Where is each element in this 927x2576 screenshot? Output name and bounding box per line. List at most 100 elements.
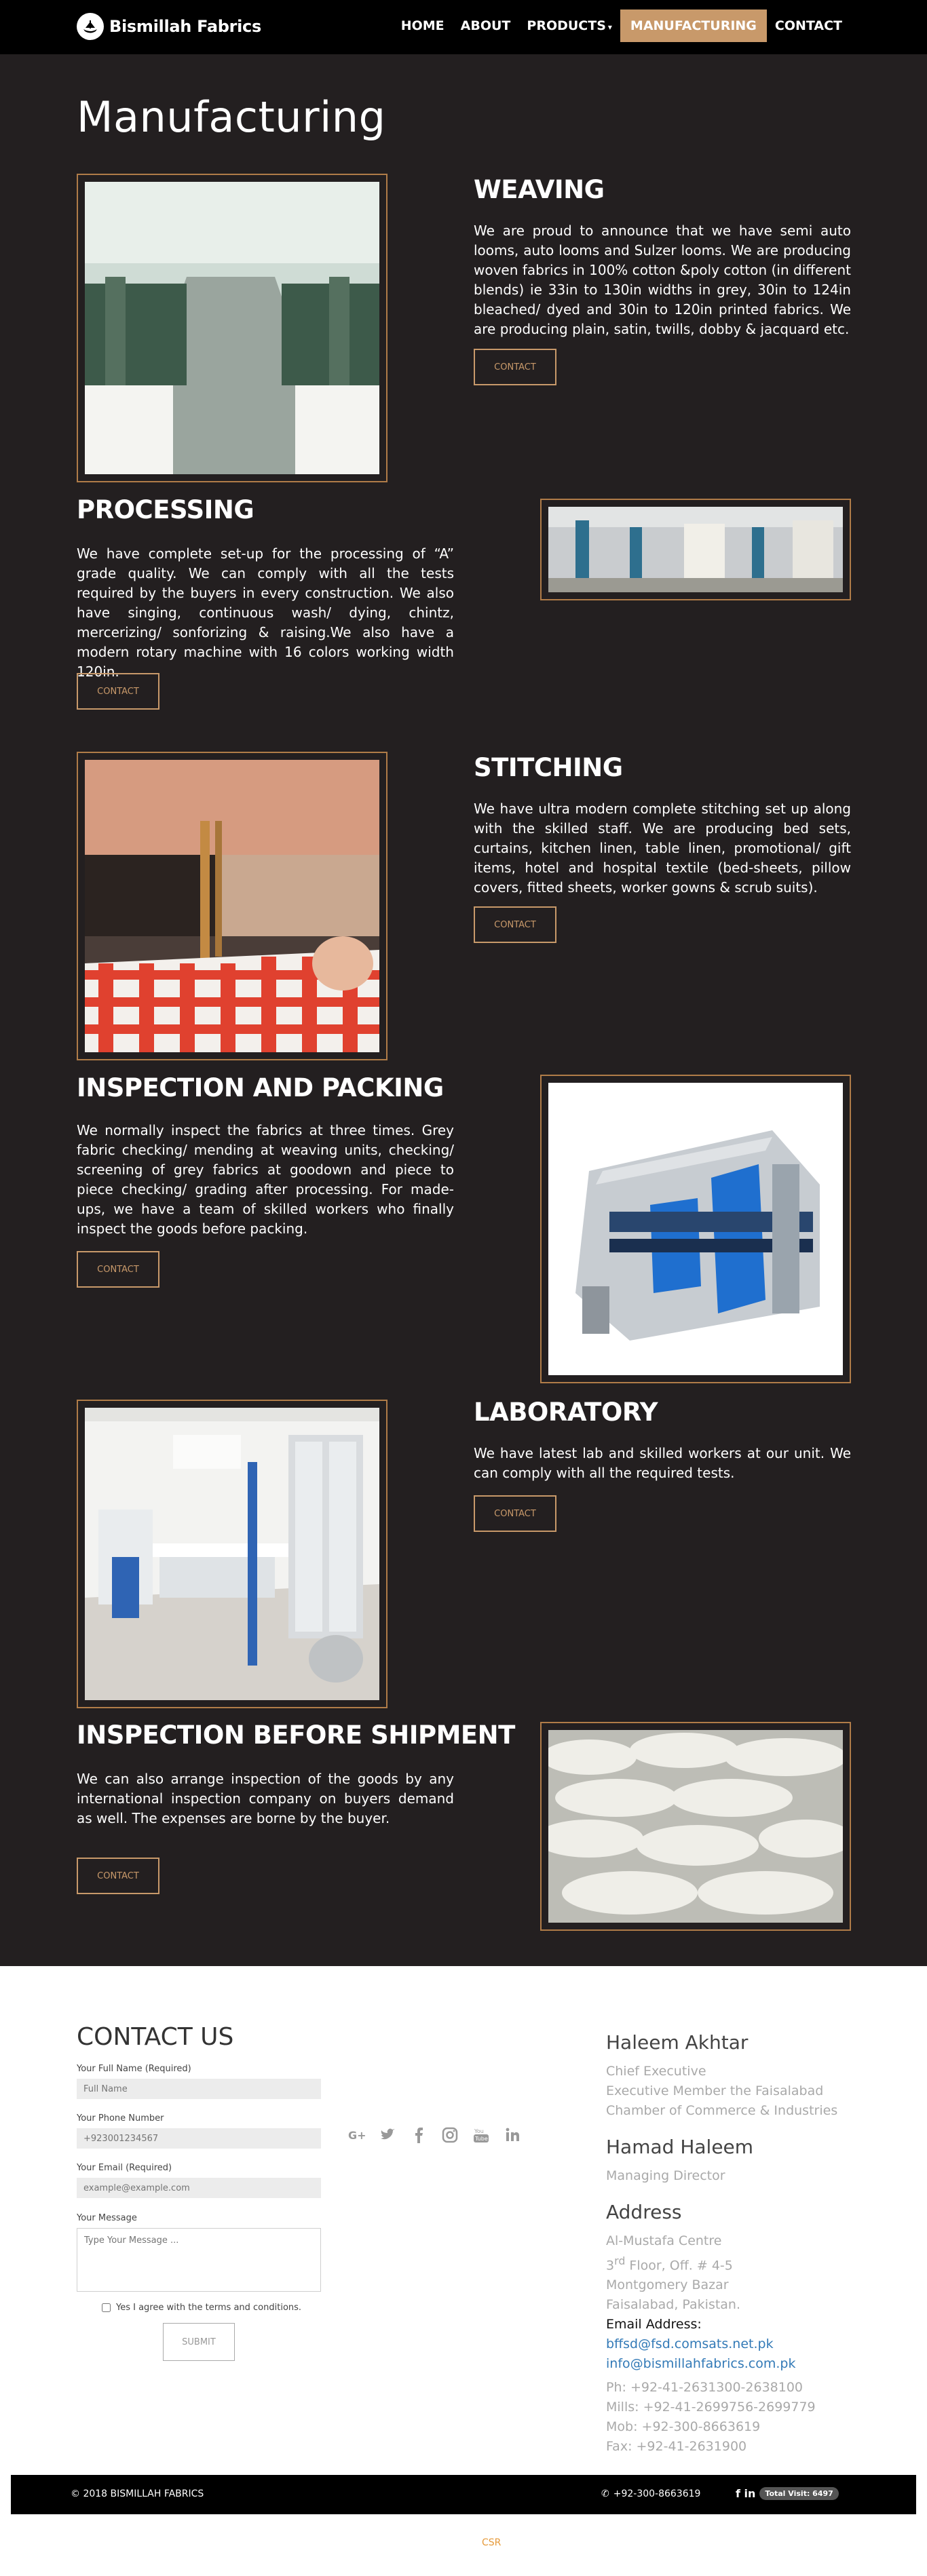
address-line-4: Faisalabad, Pakistan. (606, 2297, 741, 2313)
inspection-machine-photo (548, 1083, 843, 1375)
address-line-3: Montgomery Bazar (606, 2277, 729, 2293)
address-line-2: 3rd Floor, Off. # 4-5 (606, 2251, 850, 2275)
email-link-2[interactable]: info@bismillahfabrics.com.pk (606, 2354, 850, 2374)
person2-role: Managing Director (606, 2168, 725, 2183)
footer-social-links[interactable]: f in (736, 2487, 755, 2500)
contact-section: CONTACT US Your Full Name (Required) You… (0, 1966, 927, 2475)
section-text-laboratory: We have latest lab and skilled workers a… (474, 1445, 851, 1481)
instagram-icon[interactable] (440, 2125, 460, 2145)
contact-button-weaving[interactable]: CONTACT (474, 349, 556, 385)
processing-plant-photo (548, 507, 843, 592)
brand-logo-icon (77, 13, 104, 40)
contact-button-shipment[interactable]: CONTACT (77, 1858, 159, 1894)
name-label: Your Full Name (Required) (77, 2064, 191, 2074)
address-floor-suffix: rd (614, 2254, 626, 2267)
nav-contact[interactable]: CONTACT (767, 9, 850, 42)
message-label: Your Message (77, 2213, 137, 2223)
laboratory-photo (85, 1408, 379, 1700)
submit-button[interactable]: SUBMIT (163, 2323, 235, 2361)
youtube-icon[interactable]: You Tube (471, 2125, 491, 2145)
terms-checkbox[interactable] (102, 2303, 111, 2312)
copyright: © 2018 BISMILLAH FABRICS (71, 2488, 204, 2499)
contact-button-laboratory[interactable]: CONTACT (474, 1495, 556, 1532)
section-text-processing: We have complete set-up for the processi… (77, 545, 454, 680)
address-line-1: Al-Mustafa Centre (606, 2233, 722, 2248)
nav-products[interactable]: PRODUCTS ▾ (518, 9, 620, 42)
shipment-image-frame (540, 1722, 851, 1931)
section-title-processing: PROCESSING (77, 495, 254, 524)
social-links: G+ You Tube (346, 2125, 523, 2145)
contact-details: Haleem Akhtar Chief Executive Executive … (606, 2031, 850, 2457)
twitter-icon[interactable] (377, 2125, 398, 2145)
terms-agreement[interactable]: Yes I agree with the terms and condition… (102, 2303, 301, 2313)
section-text-shipment: We can also arrange inspection of the go… (77, 1771, 454, 1826)
weaving-looms-photo (85, 182, 379, 474)
person1-name: Haleem Akhtar (606, 2031, 749, 2054)
sewing-machine-photo (85, 760, 379, 1052)
brand-name: Bismillah Fabrics (109, 17, 261, 36)
main-nav: HOME ABOUT PRODUCTS ▾ MANUFACTURING CONTA… (393, 9, 850, 42)
fabric-rolls-photo (548, 1730, 843, 1923)
email-input[interactable] (77, 2178, 321, 2198)
phone-icon: ✆ (601, 2488, 609, 2499)
section-title-weaving: WEAVING (474, 175, 605, 204)
google-plus-icon[interactable]: G+ (346, 2125, 366, 2145)
footer-phone[interactable]: ✆ +92-300-8663619 (601, 2488, 700, 2499)
phone-line: Ph: +92-41-2631300-2638100 (606, 2380, 803, 2396)
address-floor-number: 3 (606, 2258, 615, 2273)
bottom-area: CSR (0, 2514, 927, 2576)
mills-line: Mills: +92-41-2699756-2699779 (606, 2400, 816, 2415)
contact-button-processing[interactable]: CONTACT (77, 673, 159, 710)
contact-button-stitching[interactable]: CONTACT (474, 906, 556, 943)
page-title: Manufacturing (77, 92, 386, 142)
footer: © 2018 BISMILLAH FABRICS ✆ +92-300-86636… (11, 2475, 916, 2514)
email-title: Email Address: (606, 2317, 702, 2332)
terms-label: Yes I agree with the terms and condition… (116, 2303, 302, 2313)
email-link-1[interactable]: bffsd@fsd.comsats.net.pk (606, 2334, 850, 2354)
person1-role: Chief Executive (606, 2064, 706, 2079)
linkedin-icon[interactable] (502, 2125, 523, 2145)
nav-products-label: PRODUCTS (527, 18, 606, 33)
person2-name: Hamad Haleem (606, 2136, 754, 2158)
person1-role-2: Executive Member the Faisalabad (606, 2083, 824, 2098)
name-input[interactable] (77, 2079, 321, 2099)
phone-label: Your Phone Number (77, 2113, 164, 2123)
contact-button-inspection-packing[interactable]: CONTACT (77, 1251, 159, 1288)
processing-image-frame (540, 499, 851, 600)
address-floor-rest: Floor, Off. # 4-5 (625, 2258, 733, 2273)
person1-role-3: Chamber of Commerce & Industries (606, 2103, 838, 2118)
section-text-stitching: We have ultra modern complete stitching … (474, 801, 851, 896)
nav-about[interactable]: ABOUT (453, 9, 519, 42)
weaving-image-frame (77, 174, 387, 482)
message-input[interactable] (77, 2228, 321, 2292)
section-title-laboratory: LABORATORY (474, 1398, 658, 1427)
footer-phone-number: +92-300-8663619 (613, 2488, 701, 2499)
brand[interactable]: Bismillah Fabrics (77, 13, 261, 40)
section-text-weaving: We are proud to announce that we have se… (474, 223, 851, 337)
navbar: Bismillah Fabrics HOME ABOUT PRODUCTS ▾ M… (0, 0, 927, 54)
stitching-image-frame (77, 752, 387, 1060)
email-label: Your Email (Required) (77, 2163, 172, 2173)
nav-home[interactable]: HOME (393, 9, 453, 42)
inspection-image-frame (540, 1075, 851, 1383)
csr-link[interactable]: CSR (482, 2537, 501, 2548)
mobile-line: Mob: +92-300-8663619 (606, 2419, 761, 2435)
section-text-inspection-packing: We normally inspect the fabrics at three… (77, 1122, 454, 1237)
section-title-stitching: STITCHING (474, 753, 623, 782)
svg-text:G+: G+ (348, 2129, 366, 2142)
phone-input[interactable] (77, 2128, 321, 2149)
nav-manufacturing[interactable]: MANUFACTURING (620, 9, 767, 42)
fax-line: Fax: +92-41-2631900 (606, 2439, 747, 2455)
section-title-inspection-packing: INSPECTION AND PACKING (77, 1073, 444, 1102)
svg-text:You: You (474, 2128, 484, 2134)
laboratory-image-frame (77, 1400, 387, 1708)
footer-social: f in Total Visit: 6497 (736, 2487, 839, 2500)
manufacturing-section: Manufacturing WEAVING We are proud to an… (0, 54, 927, 1966)
facebook-icon[interactable] (409, 2125, 429, 2145)
address-title: Address (606, 2201, 682, 2223)
visit-counter-badge: Total Visit: 6497 (759, 2487, 839, 2500)
svg-text:Tube: Tube (474, 2136, 488, 2142)
contact-title: CONTACT US (77, 2023, 234, 2051)
chevron-down-icon: ▾ (607, 22, 612, 32)
section-title-shipment: INSPECTION BEFORE SHIPMENT (77, 1720, 515, 1750)
